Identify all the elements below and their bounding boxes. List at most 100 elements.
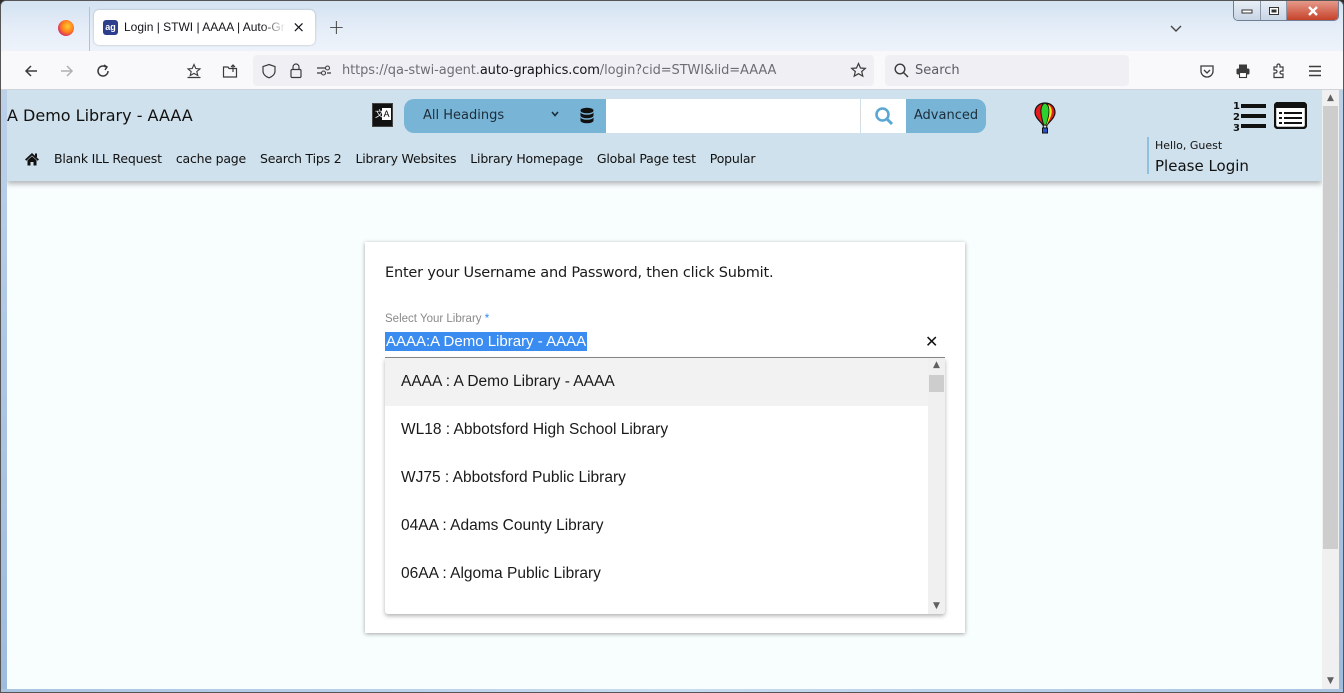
tab-title: Login | STWI | AAAA | Auto-Graphics (124, 20, 286, 34)
search-icon (894, 63, 909, 78)
list-all-tabs-chevron-icon[interactable] (1169, 21, 1183, 35)
clear-selection-icon[interactable]: ✕ (925, 332, 938, 352)
numbered-list-icon[interactable]: 1 2 3 (1233, 100, 1266, 133)
translate-icon[interactable]: 文 A (372, 103, 393, 127)
nav-link-library-homepage[interactable]: Library Homepage (470, 151, 583, 166)
browser-search-bar[interactable]: Search (885, 55, 1129, 86)
page-scroll-up-icon[interactable]: ▲ (1322, 90, 1339, 106)
forward-arrow-icon (61, 65, 74, 77)
database-icon[interactable] (580, 107, 594, 125)
firefox-logo-icon[interactable] (58, 20, 74, 36)
puzzle-piece-icon (1273, 63, 1284, 79)
url-path: /login?cid=STWI&lid=AAAA (599, 63, 777, 78)
advanced-search-button[interactable]: Advanced (906, 99, 986, 133)
print-button[interactable] (1232, 60, 1254, 82)
library-option[interactable]: 06AA : Algoma Public Library (385, 550, 928, 598)
star-tray-icon (186, 63, 202, 79)
hot-air-balloon-icon[interactable] (1034, 102, 1056, 134)
scroll-up-arrow-icon[interactable]: ▲ (928, 358, 945, 373)
list-view-icon[interactable] (1274, 102, 1307, 129)
site-favicon-icon: ag (103, 20, 118, 35)
hamburger-menu-icon (1309, 65, 1321, 77)
url-text[interactable]: https://qa-stwi-agent.auto-graphics.com/… (342, 63, 776, 78)
app-menu-button[interactable] (1304, 60, 1326, 82)
library-option[interactable]: 04AA : Adams County Library (385, 502, 928, 550)
page-scroll-thumb[interactable] (1323, 106, 1338, 549)
search-icon (874, 107, 893, 126)
chevron-down-icon (551, 111, 559, 117)
permissions-icon[interactable] (316, 64, 332, 77)
site-header: A Demo Library - AAAA 文 A All Headings A… (7, 90, 1322, 181)
login-card: Enter your Username and Password, then c… (365, 242, 965, 633)
minimize-icon (1241, 9, 1253, 13)
browser-search-placeholder: Search (915, 63, 960, 78)
lock-icon[interactable] (289, 62, 303, 79)
browser-window: ag Login | STWI | AAAA | Auto-Graphics ×… (0, 0, 1344, 693)
page-scroll-down-icon[interactable]: ▼ (1322, 673, 1339, 689)
close-window-button[interactable] (1287, 1, 1338, 20)
home-icon[interactable] (24, 152, 40, 166)
printer-icon (1236, 64, 1250, 79)
catalog-search-input[interactable] (606, 99, 860, 133)
please-login-link[interactable]: Please Login (1155, 156, 1249, 176)
page-viewport: A Demo Library - AAAA 文 A All Headings A… (7, 90, 1322, 689)
nav-link-library-websites[interactable]: Library Websites (355, 151, 456, 166)
search-submit-button[interactable] (861, 99, 906, 133)
nav-link-search-tips[interactable]: Search Tips 2 (260, 151, 342, 166)
window-frame-right (1339, 90, 1343, 692)
address-bar[interactable]: https://qa-stwi-agent.auto-graphics.com/… (253, 55, 874, 86)
tracking-protection-shield-icon[interactable] (261, 63, 277, 79)
svg-text:2: 2 (1233, 112, 1240, 123)
library-field-label-text: Select Your Library (385, 313, 482, 325)
share-button[interactable] (219, 60, 241, 82)
tab-close-icon[interactable]: × (292, 18, 305, 36)
greeting-text: Hello, Guest (1155, 139, 1223, 152)
page-scrollbar[interactable]: ▲ ▼ (1322, 90, 1339, 689)
site-nav: Blank ILL Request cache page Search Tips… (24, 151, 769, 166)
library-option[interactable]: WL18 : Abbotsford High School Library (385, 406, 928, 454)
catalog-search: All Headings Advanced (404, 99, 986, 133)
maximize-icon (1268, 6, 1279, 15)
share-folder-icon (222, 64, 238, 78)
new-tab-button[interactable]: + (328, 17, 345, 37)
listbox-scrollbar[interactable]: ▲ ▼ (928, 358, 945, 614)
scroll-down-arrow-icon[interactable]: ▼ (928, 599, 945, 614)
library-field-label: Select Your Library * (385, 313, 489, 325)
window-frame-bottom (1, 689, 1343, 692)
nav-link-blank-ill-request[interactable]: Blank ILL Request (54, 151, 162, 166)
pocket-button[interactable] (1196, 60, 1218, 82)
minimize-button[interactable] (1234, 1, 1261, 20)
browser-tab-active[interactable]: ag Login | STWI | AAAA | Auto-Graphics × (94, 10, 315, 45)
tab-separator (89, 7, 90, 51)
bookmark-star-icon[interactable] (850, 62, 867, 79)
library-title[interactable]: A Demo Library - AAAA (7, 106, 193, 125)
close-window-icon (1307, 5, 1318, 16)
window-frame-left (1, 90, 7, 692)
search-scope-select[interactable]: All Headings (404, 99, 606, 133)
window-controls (1233, 1, 1339, 21)
user-box: Hello, Guest Please Login (1147, 137, 1249, 176)
extensions-button[interactable] (1268, 60, 1290, 82)
tab-strip: ag Login | STWI | AAAA | Auto-Graphics ×… (1, 1, 1343, 51)
library-option[interactable]: WJ75 : Abbotsford Public Library (385, 454, 928, 502)
translate-letter: A (382, 108, 391, 120)
reload-icon (97, 64, 109, 77)
svg-text:1: 1 (1233, 101, 1240, 112)
bookmark-toolbar-button[interactable] (183, 60, 205, 82)
maximize-button[interactable] (1261, 1, 1287, 20)
pocket-icon (1200, 65, 1214, 78)
forward-button[interactable] (56, 60, 78, 82)
login-instructions: Enter your Username and Password, then c… (385, 265, 774, 281)
back-arrow-icon (24, 65, 37, 77)
nav-link-global-page-test[interactable]: Global Page test (597, 151, 696, 166)
search-scope-value: All Headings (423, 108, 505, 123)
url-prefix: https://qa-stwi-agent. (342, 63, 480, 78)
library-autocomplete-input[interactable]: AAAA:A Demo Library - AAAA (385, 332, 588, 351)
browser-navbar: https://qa-stwi-agent.auto-graphics.com/… (1, 51, 1343, 90)
nav-link-cache-page[interactable]: cache page (176, 151, 246, 166)
back-button[interactable] (20, 60, 42, 82)
listbox-scroll-thumb[interactable] (929, 375, 944, 392)
nav-link-popular[interactable]: Popular (710, 151, 756, 166)
reload-button[interactable] (92, 60, 114, 82)
library-option[interactable]: AAAA : A Demo Library - AAAA (385, 358, 928, 406)
